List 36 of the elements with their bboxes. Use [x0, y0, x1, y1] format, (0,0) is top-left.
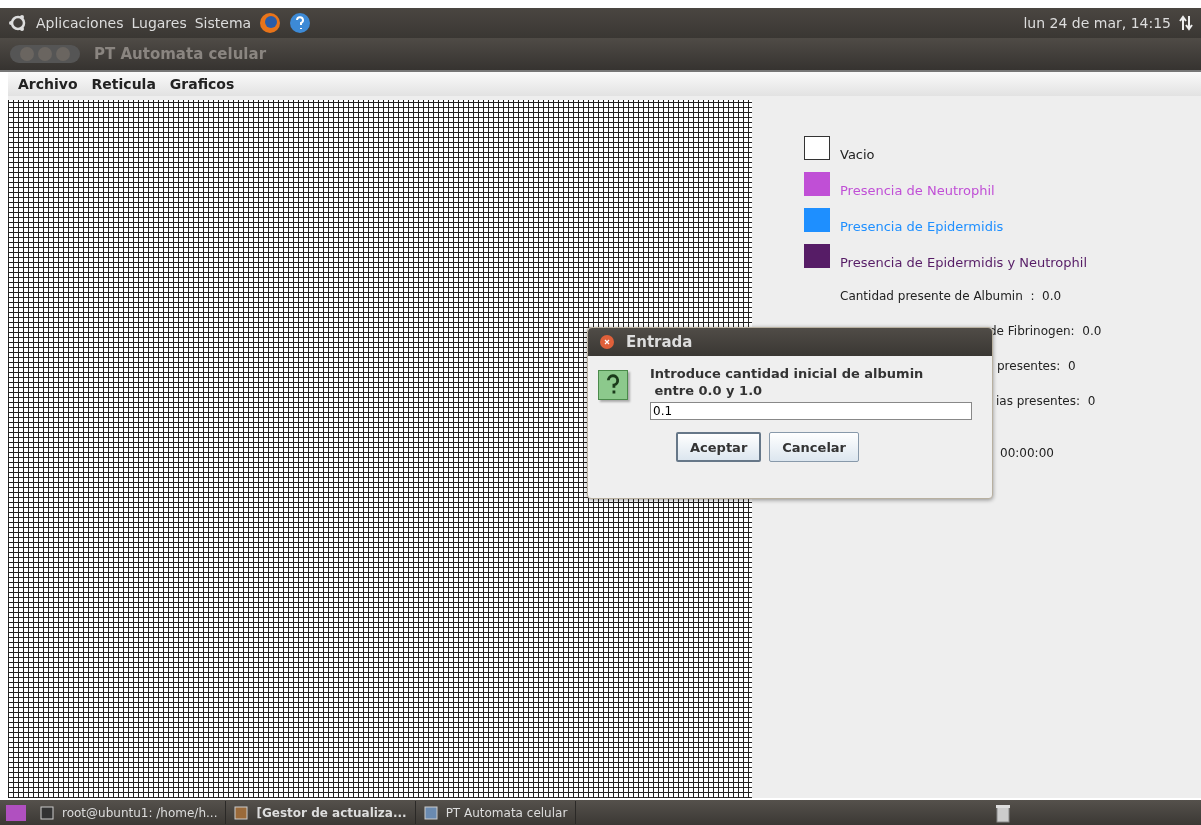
browser-globe-icon[interactable] — [259, 12, 282, 34]
taskbar-item[interactable]: [Gestor de actualiza... — [226, 801, 416, 824]
close-icon[interactable] — [600, 335, 614, 349]
help-icon[interactable] — [289, 12, 312, 34]
taskbar-item[interactable]: PT Automata celular — [415, 801, 577, 824]
stat-text: Cantidad presente de Albumin : 0.0 — [840, 289, 1062, 303]
ubuntu-logo-icon[interactable] — [8, 13, 28, 33]
stat-text: ias presentes: 0 — [996, 394, 1096, 408]
package-icon — [234, 805, 249, 820]
panel-menu[interactable]: Lugares — [131, 15, 187, 31]
window-title: PT Automata celular — [94, 45, 267, 63]
legend-label: Vacio — [840, 147, 875, 162]
app-window-icon — [423, 805, 438, 820]
window-controls — [10, 45, 80, 63]
menu-item[interactable]: Reticula — [91, 76, 156, 92]
legend-label: Presencia de Epidermidis — [840, 219, 1004, 234]
dialog-button[interactable]: Aceptar — [676, 432, 762, 462]
stat-text: presentes: 0 — [997, 359, 1076, 373]
menu-item[interactable]: Archivo — [18, 76, 78, 92]
terminal-icon — [40, 805, 54, 820]
input-field[interactable]: 0.1 — [650, 402, 972, 420]
question-icon — [598, 370, 628, 400]
panel-menu[interactable]: Sistema — [194, 15, 252, 31]
clock[interactable]: lun 24 de mar, 14:15 — [1023, 15, 1171, 31]
legend-label: Presencia de Epidermidis y Neutrophil — [840, 255, 1088, 270]
dialog-message: Introduce cantidad inicial de albumin — [650, 366, 925, 381]
legend-label: Presencia de Neutrophil — [840, 183, 995, 198]
dialog-button[interactable]: Cancelar — [769, 432, 860, 462]
menu-item[interactable]: Graficos — [169, 76, 235, 92]
stat-text: 00:00:00 — [1000, 446, 1054, 460]
taskbar-item[interactable]: root@ubuntu1: /home/h... — [32, 801, 227, 824]
dialog-message: entre 0.0 y 1.0 — [653, 383, 764, 398]
network-arrows-icon[interactable] — [1179, 15, 1193, 31]
trash-icon[interactable] — [995, 802, 1011, 823]
dialog-title: Entrada — [626, 333, 693, 351]
panel-menu[interactable]: Aplicaciones — [36, 15, 124, 31]
